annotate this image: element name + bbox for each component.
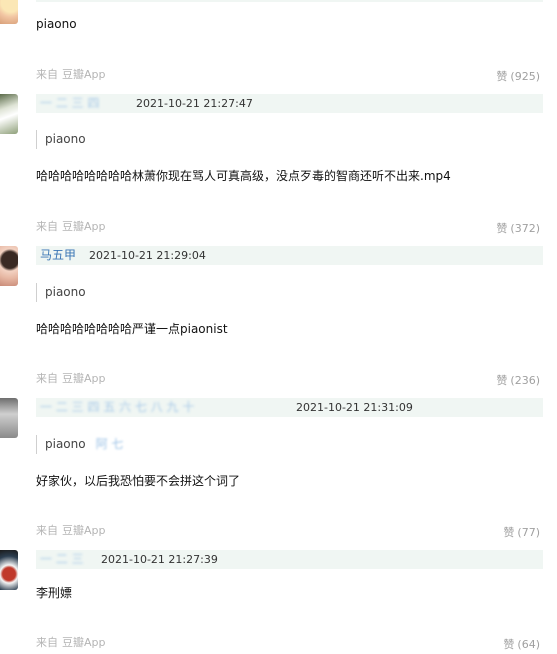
comment-footer: 来自 豆瓣App 赞 (236) bbox=[36, 371, 540, 389]
like-count: (372) bbox=[510, 222, 540, 235]
source-prefix: 来自 bbox=[36, 372, 58, 385]
like-button[interactable]: 赞 (925) bbox=[496, 69, 540, 85]
quoted-reply: piaono bbox=[36, 283, 86, 302]
like-button[interactable]: 赞 (236) bbox=[496, 373, 540, 389]
source-label: 来自 豆瓣App bbox=[36, 523, 106, 539]
source-app: 豆瓣App bbox=[62, 372, 106, 385]
like-button[interactable]: 赞 (372) bbox=[496, 221, 540, 237]
comment-text: 好家伙，以后我恐怕要不会拼这个词了 bbox=[36, 474, 241, 488]
like-label: 赞 bbox=[496, 374, 508, 387]
like-label: 赞 bbox=[503, 638, 515, 651]
avatar[interactable] bbox=[0, 0, 18, 24]
source-app: 豆瓣App bbox=[62, 68, 106, 81]
source-label: 来自 豆瓣App bbox=[36, 219, 106, 235]
comment-time: 2021-10-21 21:27:47 bbox=[136, 97, 253, 110]
comment-item: 一 二 三 四 五 六 七 八 九 十 2021-10-21 21:31:09 … bbox=[0, 398, 557, 542]
comment-header: 一 二 三 四 2021-10-21 21:27:47 bbox=[36, 94, 543, 113]
source-prefix: 来自 bbox=[36, 220, 58, 233]
source-label: 来自 豆瓣App bbox=[36, 635, 106, 651]
comment-footer: 来自 豆瓣App 赞 (372) bbox=[36, 219, 540, 237]
like-count: (64) bbox=[517, 638, 540, 651]
like-count: (77) bbox=[517, 526, 540, 539]
source-prefix: 来自 bbox=[36, 524, 58, 537]
quoted-text: piaono bbox=[45, 132, 86, 146]
like-label: 赞 bbox=[496, 222, 508, 235]
like-button[interactable]: 赞 (64) bbox=[503, 637, 540, 653]
comment-footer: 来自 豆瓣App 赞 (64) bbox=[36, 635, 540, 653]
avatar[interactable] bbox=[0, 550, 18, 590]
comment-item: piaono 来自 豆瓣App 赞 (925) bbox=[0, 0, 557, 85]
comment-text: piaono bbox=[36, 17, 77, 31]
quoted-reply: piaono 阿 七 bbox=[36, 435, 123, 454]
avatar[interactable] bbox=[0, 398, 18, 438]
comment-item: 马五甲 2021-10-21 21:29:04 piaono 哈哈哈哈哈哈哈哈严… bbox=[0, 246, 557, 390]
comment-item: 一 二 三 2021-10-21 21:27:39 李刑嫖 来自 豆瓣App 赞(… bbox=[0, 550, 557, 654]
like-label: 赞 bbox=[503, 526, 515, 539]
source-prefix: 来自 bbox=[36, 68, 58, 81]
comment-text: 哈哈哈哈哈哈哈哈严谨一点piaonist bbox=[36, 322, 228, 336]
comment-time: 2021-10-21 21:27:39 bbox=[101, 553, 218, 566]
avatar[interactable] bbox=[0, 94, 18, 134]
source-label: 来自 豆瓣App bbox=[36, 67, 106, 83]
like-button[interactable]: 赞 (77) bbox=[503, 525, 540, 541]
source-prefix: 来自 bbox=[36, 636, 58, 649]
like-label: 赞 bbox=[496, 70, 508, 83]
source-app: 豆瓣App bbox=[62, 636, 106, 649]
comment-time: 2021-10-21 21:31:09 bbox=[296, 401, 413, 414]
source-app: 豆瓣App bbox=[62, 220, 106, 233]
like-count: (925) bbox=[510, 70, 540, 83]
header-bar bbox=[36, 0, 543, 2]
comment-header: 一 二 三 2021-10-21 21:27:39 bbox=[36, 550, 543, 569]
comment-text: 哈哈哈哈哈哈哈哈林萧你现在骂人可真高级，没点歹毒的智商还听不出来.mp4 bbox=[36, 169, 451, 183]
source-app: 豆瓣App bbox=[62, 524, 106, 537]
comment-item: 一 二 三 四 2021-10-21 21:27:47 piaono 哈哈哈哈哈… bbox=[0, 94, 557, 238]
avatar[interactable] bbox=[0, 246, 18, 286]
comment-time: 2021-10-21 21:29:04 bbox=[89, 249, 206, 262]
author-link[interactable]: 马五甲 bbox=[40, 247, 76, 264]
comment-thread: piaono 来自 豆瓣App 赞 (925) 一 二 三 四 2021-10-21… bbox=[0, 0, 557, 654]
quoted-reply: piaono bbox=[36, 130, 86, 149]
comment-text: 李刑嫖 bbox=[36, 586, 73, 600]
like-count: (236) bbox=[510, 374, 540, 387]
quoted-author[interactable]: 阿 七 bbox=[96, 435, 124, 454]
source-label: 来自 豆瓣App bbox=[36, 371, 106, 387]
author-link[interactable]: 一 二 三 四 五 六 七 八 九 十 bbox=[40, 399, 194, 416]
comment-header: 一 二 三 四 五 六 七 八 九 十 2021-10-21 21:31:09 bbox=[36, 398, 543, 417]
quoted-text: piaono bbox=[45, 437, 86, 451]
author-link[interactable]: 一 二 三 四 bbox=[40, 95, 99, 112]
author-link[interactable]: 一 二 三 bbox=[40, 551, 84, 568]
comment-footer: 来自 豆瓣App 赞 (925) bbox=[36, 67, 540, 85]
comment-header: 马五甲 2021-10-21 21:29:04 bbox=[36, 246, 543, 265]
comment-footer: 来自 豆瓣App 赞 (77) bbox=[36, 523, 540, 541]
quoted-text: piaono bbox=[45, 285, 86, 299]
